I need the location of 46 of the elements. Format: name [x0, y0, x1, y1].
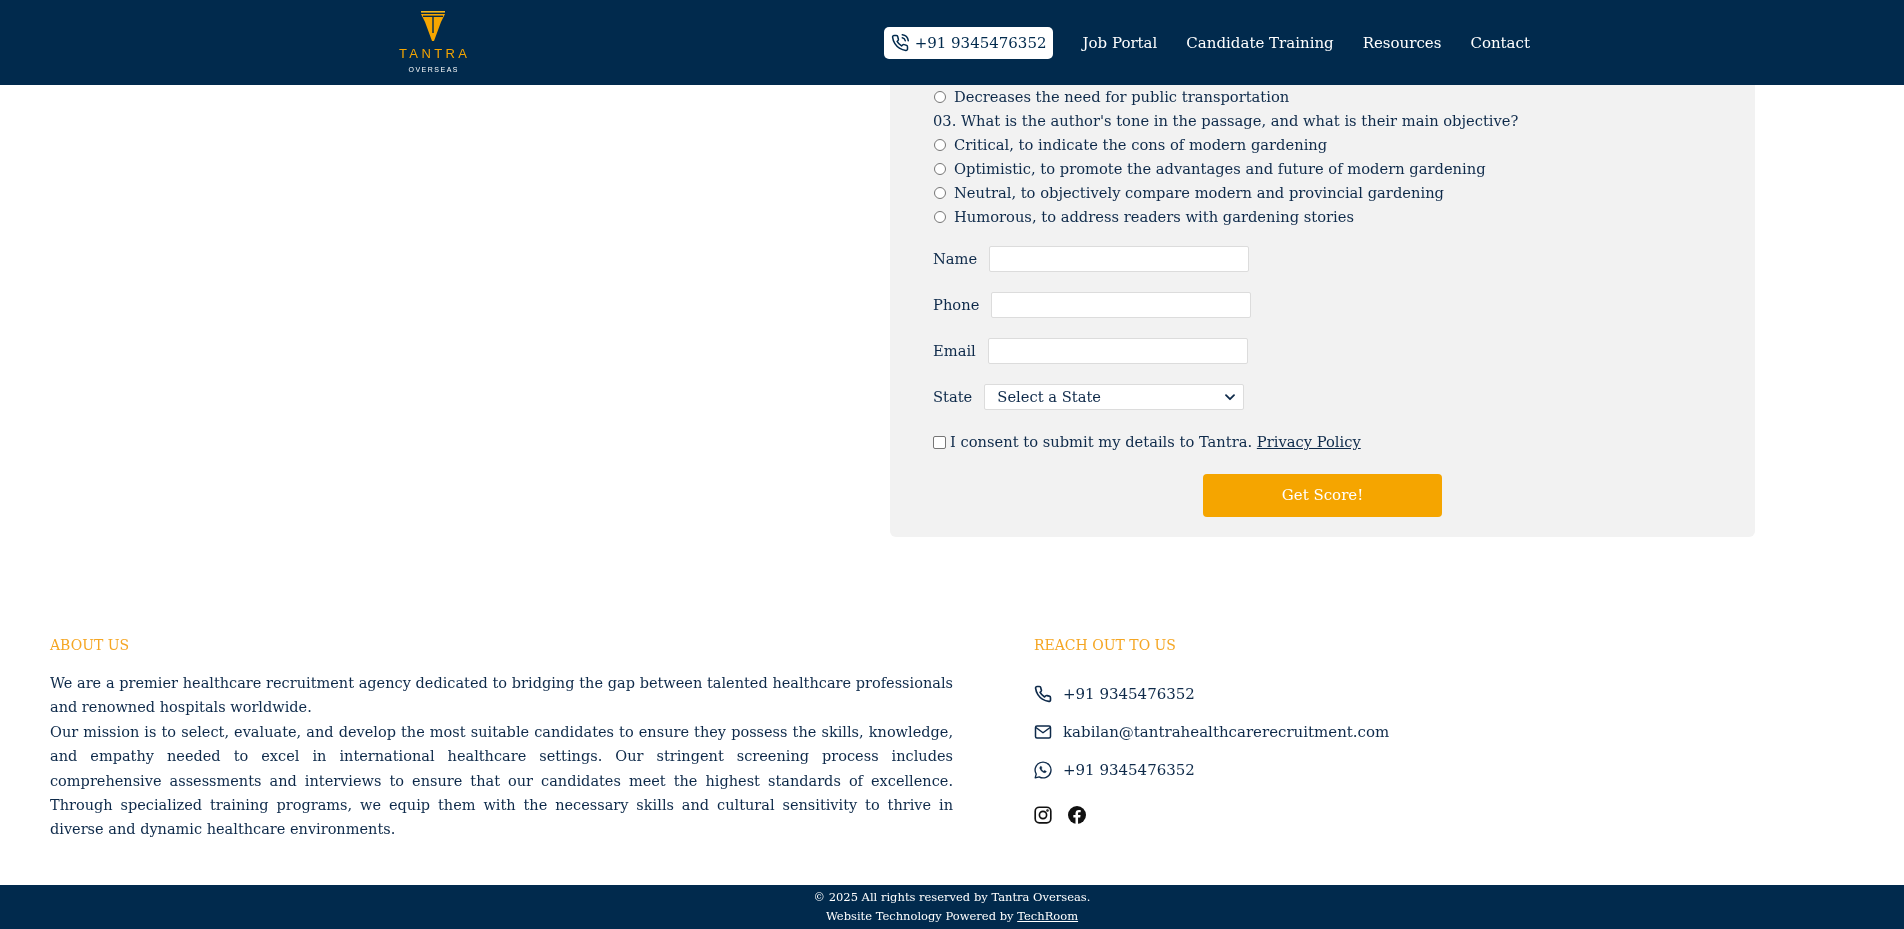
envelope-icon — [1034, 723, 1052, 741]
field-label: Phone — [933, 295, 980, 315]
radio-button[interactable] — [934, 211, 946, 223]
instagram-icon[interactable] — [1034, 806, 1052, 824]
radio-button[interactable] — [934, 139, 946, 151]
chevron-down-icon — [1225, 393, 1236, 401]
email-link[interactable]: kabilan@tantrahealthcarerecruitment.com — [1063, 720, 1390, 744]
radio-button[interactable] — [934, 163, 946, 175]
field-label: State — [933, 387, 973, 407]
credit-text: Website Technology Powered by TechRoom — [824, 908, 1080, 925]
consent-checkbox[interactable] — [933, 435, 946, 449]
section-heading: ABOUT US — [50, 636, 131, 655]
input-field[interactable] — [987, 338, 1248, 364]
phone-icon — [1034, 685, 1052, 703]
phone-call-icon — [890, 33, 909, 52]
nav-link[interactable]: Candidate Training — [1186, 30, 1334, 55]
about-paragraph: Our mission is to select, evaluate, and develop the most suitable candidates to ensure they possess the skills, knowledge, and empathy needed to excel in international healthcare settings. Our stringent screening process includes comprehensive assessments and interviews to ensure that our candidates meet the highest standards of excellence. Through specialized training programs, we equip them with the necessary skills and cultural sensitivity to thrive in diverse and dynamic healthcare environments. — [50, 722, 953, 840]
nav-link[interactable]: Resources — [1362, 30, 1442, 55]
option-label: Critical, to indicate the cons of modern gardening — [954, 135, 1328, 155]
section-heading: REACH OUT TO US — [1034, 636, 1177, 655]
input-field[interactable] — [991, 292, 1252, 318]
field-label: Email — [933, 341, 976, 361]
option-label: Humorous, to address readers with gardening stories — [954, 207, 1354, 227]
select-field[interactable]: Select a State — [984, 384, 1245, 410]
credit-link[interactable]: TechRoom — [1017, 909, 1079, 923]
whatsapp-link[interactable]: +91 9345476352 — [1063, 758, 1195, 782]
nib-logo-icon[interactable] — [420, 11, 446, 41]
field-label: Name — [933, 249, 978, 269]
phone-link[interactable]: +91 9345476352 — [1063, 682, 1195, 706]
input-field[interactable] — [989, 246, 1250, 272]
phone-button[interactable]: +91 9345476352 — [883, 26, 1054, 59]
whatsapp-icon — [1034, 761, 1052, 779]
radio-button[interactable] — [934, 91, 946, 103]
facebook-icon[interactable] — [1068, 806, 1086, 824]
nav-link[interactable]: Job Portal — [1082, 30, 1158, 55]
radio-button[interactable] — [934, 187, 946, 199]
question-text: 03. What is the author's tone in the passage, and what is their main objective? — [933, 111, 1520, 131]
privacy-policy-link[interactable]: Privacy Policy — [1256, 433, 1361, 450]
option-label: Neutral, to objectively compare modern and provincial gardening — [954, 183, 1444, 203]
option-label: Decreases the need for public transportation — [954, 87, 1290, 107]
nav-link[interactable]: Contact — [1470, 30, 1530, 55]
logo-wordmark: TANTRA — [398, 47, 471, 60]
copyright-text: © 2025 All rights reserved by Tantra Overseas. — [812, 889, 1092, 906]
about-paragraph: We are a premier healthcare recruitment agency dedicated to bridging the gap between talented healthcare professionals and renowned hospitals worldwide. — [50, 674, 953, 718]
consent-text: I consent to submit my details to Tantra. Privacy Policy — [950, 432, 1361, 452]
option-label: Optimistic, to promote the advantages and future of modern gardening — [954, 159, 1486, 179]
